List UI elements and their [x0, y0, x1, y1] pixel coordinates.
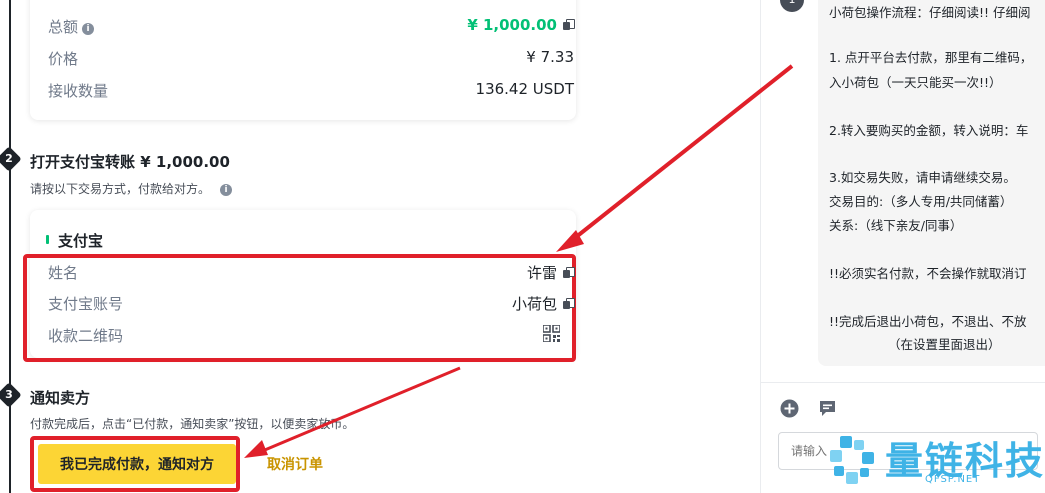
annotation-arrow-to-confirm: [244, 366, 461, 458]
watermark-logo-icon: [830, 436, 874, 484]
annotation-arrow-to-payee: [556, 64, 794, 252]
annotation-arrows: [244, 64, 794, 458]
watermark-subtext: QFSP.NET: [925, 474, 981, 485]
